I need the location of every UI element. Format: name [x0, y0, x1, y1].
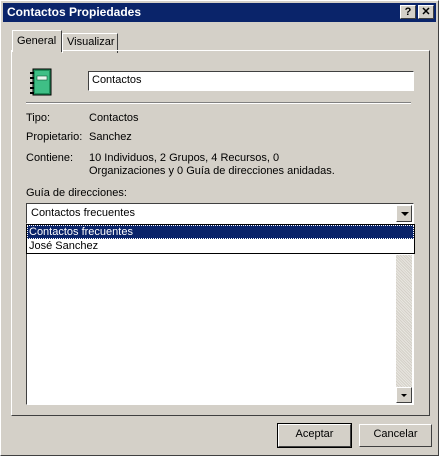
- scrollbar-track[interactable]: [396, 255, 412, 403]
- window-title: Contactos Propiedades: [7, 5, 142, 19]
- address-book-selected-value: Contactos frecuentes: [31, 207, 135, 219]
- dropdown-option[interactable]: José Sanchez: [27, 239, 414, 253]
- owner-value: Sanchez: [89, 131, 132, 143]
- address-book-select[interactable]: Contactos frecuentes: [26, 203, 414, 224]
- close-icon: ✕: [421, 6, 431, 18]
- close-button[interactable]: ✕: [418, 5, 434, 19]
- title-bar: Contactos Propiedades ? ✕: [3, 3, 436, 22]
- ok-button[interactable]: Aceptar: [277, 423, 352, 448]
- help-button[interactable]: ?: [400, 5, 416, 19]
- address-book-dropdown: Contactos frecuentes José Sanchez: [26, 224, 415, 254]
- contains-value-line1: 10 Individuos, 2 Grupos, 4 Recursos, 0: [89, 152, 280, 164]
- name-input[interactable]: Contactos: [88, 71, 414, 91]
- tab-visualizar-label: Visualizar: [67, 36, 115, 48]
- tab-general-label: General: [17, 35, 57, 47]
- address-book-label: Guía de direcciones:: [26, 187, 127, 199]
- dropdown-arrow-button[interactable]: [396, 205, 412, 222]
- address-book-icon: [30, 68, 52, 96]
- tab-general[interactable]: General: [12, 30, 62, 52]
- cancel-button[interactable]: Cancelar: [359, 424, 432, 447]
- scroll-down-button[interactable]: [396, 387, 412, 403]
- properties-dialog: Contactos Propiedades ? ✕ General Visual…: [0, 0, 439, 456]
- separator: [26, 102, 411, 104]
- contains-label: Contiene:: [26, 152, 74, 164]
- type-label: Tipo:: [26, 112, 51, 124]
- contains-value-line2: Organizaciones y 0 Guía de direcciones a…: [89, 165, 335, 177]
- type-value: Contactos: [89, 112, 139, 124]
- dropdown-option[interactable]: Contactos frecuentes: [27, 225, 414, 239]
- owner-label: Propietario:: [26, 131, 83, 143]
